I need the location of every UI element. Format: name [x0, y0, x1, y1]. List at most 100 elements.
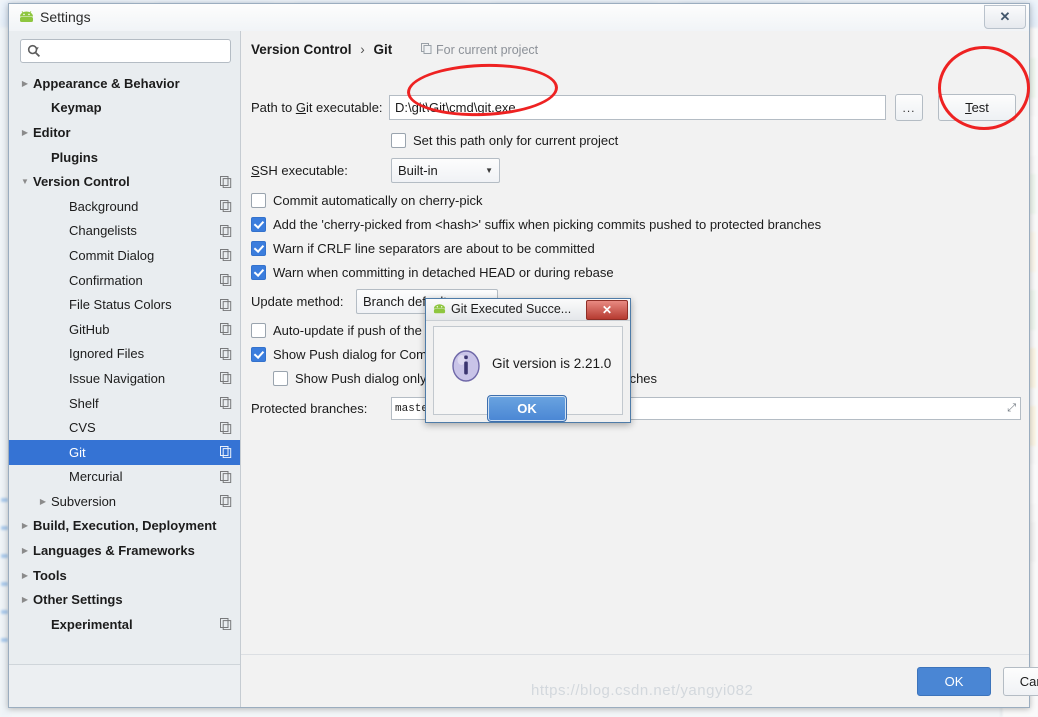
copy-settings-icon[interactable] [220, 249, 232, 262]
sidebar-item-build-execution-deployment[interactable]: ▶ Build, Execution, Deployment [9, 514, 240, 539]
chevron-right-icon[interactable]: ▶ [17, 128, 33, 137]
git-option-row-3[interactable]: Warn when committing in detached HEAD or… [251, 265, 614, 280]
copy-settings-icon[interactable] [220, 175, 232, 188]
test-button[interactable]: Test [938, 94, 1016, 121]
copy-settings-icon[interactable] [220, 446, 232, 459]
search-area [9, 31, 240, 69]
git-option-checkbox-2[interactable] [251, 241, 266, 256]
copy-settings-icon[interactable] [220, 470, 232, 483]
sidebar-item-shelf[interactable]: Shelf [9, 391, 240, 416]
sidebar-item-editor[interactable]: ▶ Editor [9, 120, 240, 145]
git-option-label-3: Warn when committing in detached HEAD or… [273, 265, 614, 280]
sidebar-item-ignored-files[interactable]: Ignored Files [9, 342, 240, 367]
sidebar-item-github[interactable]: GitHub [9, 317, 240, 342]
git-option-checkbox-3[interactable] [251, 265, 266, 280]
settings-title-bar: Settings ✕ [9, 4, 1029, 32]
cancel-button[interactable]: Cancel [1003, 667, 1038, 696]
git-option-label-1: Add the 'cherry-picked from <hash>' suff… [273, 217, 822, 232]
background-left-marker [1, 498, 8, 502]
copy-settings-icon[interactable] [220, 274, 232, 287]
copy-settings-icon[interactable] [220, 200, 232, 213]
sidebar-item-appearance-behavior[interactable]: ▶ Appearance & Behavior [9, 71, 240, 96]
expand-icon[interactable]: ⤢ [1007, 402, 1016, 415]
set-path-only-row[interactable]: Set this path only for current project [391, 133, 618, 148]
sidebar-item-label: Commit Dialog [69, 247, 155, 263]
android-icon [18, 10, 35, 27]
copy-settings-icon[interactable] [220, 323, 232, 336]
git-option-checkbox-1[interactable] [251, 217, 266, 232]
set-path-only-checkbox[interactable] [391, 133, 406, 148]
close-icon: ✕ [601, 302, 613, 317]
push-option-checkbox-0[interactable] [251, 323, 266, 338]
breadcrumb-root[interactable]: Version Control [251, 42, 352, 57]
git-option-checkbox-0[interactable] [251, 193, 266, 208]
chevron-right-icon[interactable]: ▶ [17, 595, 33, 604]
close-window-button[interactable]: ✕ [984, 5, 1026, 29]
sidebar-item-cvs[interactable]: CVS [9, 415, 240, 440]
sidebar-item-changelists[interactable]: Changelists [9, 219, 240, 244]
sidebar-item-version-control[interactable]: ▼ Version Control [9, 169, 240, 194]
copy-settings-icon[interactable] [220, 372, 232, 385]
copy-settings-icon[interactable] [220, 347, 232, 360]
copy-settings-icon[interactable] [220, 298, 232, 311]
sidebar-item-git[interactable]: Git [9, 439, 240, 465]
browse-button[interactable]: ... [895, 94, 923, 121]
sidebar-item-experimental[interactable]: Experimental [9, 612, 240, 637]
sidebar-item-languages-frameworks[interactable]: ▶ Languages & Frameworks [9, 538, 240, 563]
chevron-down-icon[interactable]: ▼ [17, 177, 33, 186]
git-path-input[interactable] [389, 95, 886, 120]
chevron-right-icon[interactable]: ▶ [17, 571, 33, 580]
git-option-row-2[interactable]: Warn if CRLF line separators are about t… [251, 241, 595, 256]
sidebar-item-tools[interactable]: ▶ Tools [9, 563, 240, 588]
sidebar-item-plugins[interactable]: Plugins [9, 145, 240, 170]
sidebar-item-confirmation[interactable]: Confirmation [9, 268, 240, 293]
ok-button[interactable]: OK [917, 667, 991, 696]
git-option-label-2: Warn if CRLF line separators are about t… [273, 241, 595, 256]
sidebar-item-keymap[interactable]: Keymap [9, 96, 240, 121]
copy-settings-icon[interactable] [220, 224, 232, 237]
ok-label: OK [944, 674, 964, 689]
dialog-ok-button[interactable]: OK [487, 395, 567, 422]
copy-settings-icon[interactable] [220, 397, 232, 410]
protected-branches-label: Protected branches: [251, 401, 368, 416]
sidebar-item-issue-navigation[interactable]: Issue Navigation [9, 366, 240, 391]
ssh-executable-select[interactable]: Built-in ▼ [391, 158, 500, 183]
sidebar-item-other-settings[interactable]: ▶ Other Settings [9, 587, 240, 612]
chevron-right-icon[interactable]: ▶ [17, 79, 33, 88]
dialog-close-button[interactable]: ✕ [586, 300, 628, 320]
sidebar-item-mercurial[interactable]: Mercurial [9, 465, 240, 490]
push-option-checkbox-2[interactable] [273, 371, 288, 386]
copy-settings-icon [421, 43, 432, 57]
chevron-right-icon[interactable]: ▶ [17, 546, 33, 555]
sidebar-item-file-status-colors[interactable]: File Status Colors [9, 292, 240, 317]
background-left-marker [1, 638, 8, 642]
copy-settings-icon[interactable] [220, 618, 232, 631]
chevron-right-icon[interactable]: ▶ [17, 521, 33, 530]
copy-settings-icon[interactable] [220, 421, 232, 434]
set-path-only-label: Set this path only for current project [413, 133, 619, 148]
git-option-row-0[interactable]: Commit automatically on cherry-pick [251, 193, 483, 208]
push-option-checkbox-1[interactable] [251, 347, 266, 362]
sidebar-footer-area [9, 664, 240, 707]
background-left-marker [1, 554, 8, 558]
search-box[interactable] [20, 39, 231, 63]
search-icon [27, 44, 41, 58]
dialog-body: Git version is 2.21.0 OK [433, 326, 623, 422]
sidebar-item-background[interactable]: Background [9, 194, 240, 219]
search-input[interactable] [45, 43, 219, 59]
sidebar-item-label: Tools [33, 567, 67, 583]
sidebar-item-subversion[interactable]: ▶ Subversion [9, 489, 240, 514]
chevron-right-icon[interactable]: ▶ [35, 497, 51, 506]
dialog-button-bar: OK Cancel Apply Help https://blog.csdn.n… [241, 654, 1038, 707]
ssh-executable-label: SSH executable: [251, 163, 348, 178]
copy-settings-icon[interactable] [220, 495, 232, 508]
git-option-row-1[interactable]: Add the 'cherry-picked from <hash>' suff… [251, 217, 821, 232]
settings-window: Settings ✕ ▶ Appearance & Behavior Keyma… [8, 3, 1038, 708]
breadcrumb-leaf: Git [373, 42, 393, 57]
sidebar-item-commit-dialog[interactable]: Commit Dialog [9, 243, 240, 268]
